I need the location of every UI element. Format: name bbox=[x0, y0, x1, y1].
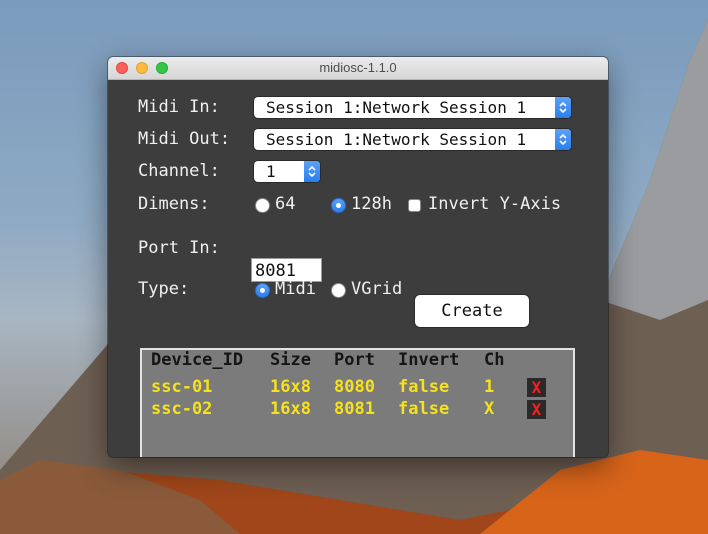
ch-cell: 1 bbox=[484, 377, 495, 397]
dimens-128h-label: 128h bbox=[351, 194, 392, 214]
midi-out-label: Midi Out: bbox=[138, 129, 231, 149]
midi-out-select[interactable]: Session 1:Network Session 1 bbox=[254, 129, 571, 150]
type-vgrid-radio[interactable] bbox=[331, 283, 346, 298]
type-label: Type: bbox=[138, 279, 190, 299]
title-bar[interactable]: midiosc-1.1.0 bbox=[108, 57, 608, 80]
dimens-128h-radio[interactable] bbox=[331, 198, 346, 213]
type-vgrid-label: VGrid bbox=[351, 279, 403, 299]
channel-label: Channel: bbox=[138, 161, 220, 181]
type-midi-radio[interactable] bbox=[255, 283, 270, 298]
type-midi-label: Midi bbox=[275, 279, 316, 299]
channel-select[interactable]: 1 bbox=[254, 161, 320, 182]
column-header-port: Port bbox=[334, 350, 375, 370]
column-header-invert: Invert bbox=[398, 350, 460, 370]
delete-device-button[interactable]: X bbox=[527, 400, 546, 419]
midi-out-value: Session 1:Network Session 1 bbox=[266, 130, 527, 149]
size-cell: 16x8 bbox=[270, 377, 311, 397]
midi-in-value: Session 1:Network Session 1 bbox=[266, 98, 527, 117]
column-header-ch: Ch bbox=[484, 350, 505, 370]
chevron-updown-icon bbox=[555, 97, 571, 118]
chevron-updown-icon bbox=[304, 161, 320, 182]
ch-cell: X bbox=[484, 399, 495, 419]
invert-y-checkbox[interactable] bbox=[408, 199, 421, 212]
invert-cell: false bbox=[398, 399, 450, 419]
device-id-cell: ssc-02 bbox=[151, 399, 213, 419]
main-panel: Midi In: Session 1:Network Session 1 Mid… bbox=[108, 80, 608, 457]
window-title: midiosc-1.1.0 bbox=[319, 60, 397, 75]
midi-in-label: Midi In: bbox=[138, 97, 220, 117]
app-window: midiosc-1.1.0 Midi In: Session 1:Network… bbox=[108, 57, 608, 457]
invert-cell: false bbox=[398, 377, 450, 397]
midi-in-select[interactable]: Session 1:Network Session 1 bbox=[254, 97, 571, 118]
port-in-label: Port In: bbox=[138, 238, 220, 258]
chevron-updown-icon bbox=[555, 129, 571, 150]
channel-value: 1 bbox=[266, 162, 276, 181]
dimens-64-label: 64 bbox=[275, 194, 296, 214]
port-cell: 8080 bbox=[334, 377, 375, 397]
column-header-size: Size bbox=[270, 350, 311, 370]
port-cell: 8081 bbox=[334, 399, 375, 419]
device-id-cell: ssc-01 bbox=[151, 377, 213, 397]
dimens-label: Dimens: bbox=[138, 194, 210, 214]
delete-device-button[interactable]: X bbox=[527, 378, 546, 397]
column-header-device-id: Device_ID bbox=[151, 350, 244, 370]
invert-y-label: Invert Y-Axis bbox=[428, 194, 562, 214]
size-cell: 16x8 bbox=[270, 399, 311, 419]
device-table: Device_ID Size Port Invert Ch ssc-01 16x… bbox=[140, 348, 575, 457]
create-button[interactable]: Create bbox=[415, 295, 529, 327]
dimens-64-radio[interactable] bbox=[255, 198, 270, 213]
